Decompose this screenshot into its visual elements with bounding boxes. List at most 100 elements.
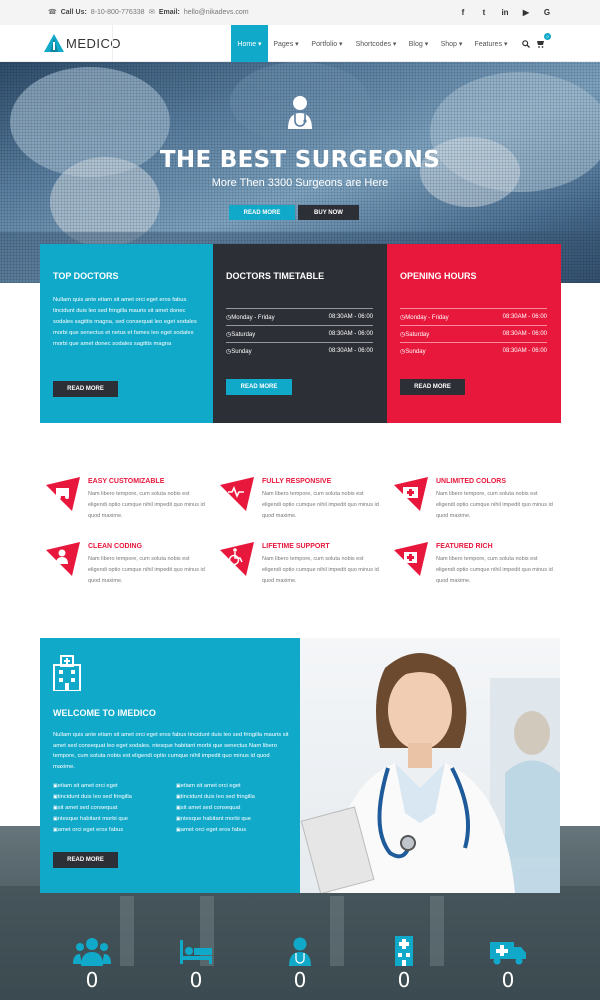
hours-row: Sunday 08:30AM - 06:00 — [400, 342, 547, 359]
feature-text: Nam libero tempore, cum soluta nobis est… — [262, 491, 379, 519]
stat-counter: 0 — [72, 936, 112, 992]
feature-clean-coding: CLEAN CODING Nam libero tempore, cum sol… — [46, 542, 216, 597]
logo-icon — [44, 34, 64, 52]
cart-count-badge: 0 — [544, 33, 551, 40]
welcome-list-item: tincidunt duis leo sed fringilla — [53, 794, 132, 800]
hospital-sign-icon — [394, 542, 428, 576]
timetable-time: 08:30AM - 06:00 — [328, 348, 373, 354]
stat-value: 0 — [189, 968, 203, 992]
feature-title: EASY CUSTOMIZABLE — [88, 478, 165, 485]
twitter-icon[interactable]: t — [476, 4, 492, 20]
timetable-day: Monday - Friday — [226, 314, 274, 321]
hours-time: 08:30AM - 06:00 — [502, 314, 547, 320]
hours-time: 08:30AM - 06:00 — [502, 331, 547, 337]
hero-read-more-button[interactable]: READ MORE — [229, 205, 295, 220]
welcome-list-item: sit amet sed consequat — [176, 805, 241, 811]
ambulance-icon — [46, 477, 80, 511]
nav-features[interactable]: Features ▾ — [468, 25, 514, 62]
female-doctor-image — [300, 653, 560, 893]
nav-shortcodes[interactable]: Shortcodes ▾ — [350, 25, 402, 62]
search-icon[interactable] — [522, 40, 530, 48]
bed-icon — [180, 940, 212, 964]
nav-pages[interactable]: Pages ▾ — [268, 25, 304, 62]
welcome-list-item: ntesque habitant morbi que — [176, 816, 251, 822]
timetable-time: 08:30AM - 06:00 — [328, 314, 373, 320]
hours-time: 08:30AM - 06:00 — [502, 348, 547, 354]
feature-easy-customizable: EASY CUSTOMIZABLE Nam libero tempore, cu… — [46, 477, 216, 532]
feature-featured-rich: FEATURED RICH Nam libero tempore, cum so… — [394, 542, 564, 597]
wheelchair-icon — [220, 542, 254, 576]
feature-text: Nam libero tempore, cum soluta nobis est… — [88, 556, 205, 584]
phone-number[interactable]: 8-10-800-776338 — [91, 9, 145, 16]
users-icon — [73, 938, 111, 966]
hours-day: Saturday — [400, 331, 429, 338]
timetable-row: Saturday 08:30AM - 06:00 — [226, 325, 373, 342]
feature-text: Nam libero tempore, cum soluta nobis est… — [262, 556, 379, 584]
phone-contact: ☎ Call Us: 8-10-800-776338 — [48, 8, 145, 17]
top-doctors-text: Nullam quis ante etiam sit amet orci ege… — [53, 297, 197, 347]
welcome-list-item: etiam sit amet orci eget — [176, 783, 241, 789]
welcome-list-item: amet orci eget eros fabus — [53, 827, 123, 833]
email-contact: ✉ Email: hello@nikadevs.com — [149, 8, 249, 17]
welcome-title: WELCOME TO IMEDICO — [53, 708, 156, 718]
medkit-icon — [394, 477, 428, 511]
opening-hours-panel: OPENING HOURS Monday - Friday 08:30AM - 0… — [387, 244, 561, 423]
stat-counter: 0 — [280, 936, 320, 992]
linkedin-icon[interactable]: in — [497, 4, 513, 20]
opening-hours-title: OPENING HOURS — [400, 271, 477, 281]
stat-value: 0 — [501, 968, 515, 992]
email-label: Email: — [158, 8, 180, 16]
feature-title: FULLY RESPONSIVE — [262, 478, 332, 485]
stat-value: 0 — [293, 968, 307, 992]
timetable-read-more-button[interactable]: READ MORE — [226, 379, 292, 395]
google-icon[interactable]: G — [539, 4, 555, 20]
doctor-icon — [288, 96, 312, 129]
timetable-title: DOCTORS TIMETABLE — [226, 271, 325, 281]
timetable-time: 08:30AM - 06:00 — [328, 331, 373, 337]
hours-day: Sunday — [400, 348, 425, 355]
timetable-day: Sunday — [226, 348, 251, 355]
timetable-row: Monday - Friday 08:30AM - 06:00 — [226, 308, 373, 325]
nav-blog[interactable]: Blog ▾ — [402, 25, 435, 62]
stat-value: 0 — [397, 968, 411, 992]
main-nav: MEDICO Home ▾ Pages ▾ Portfolio ▾ Shortc… — [0, 25, 600, 62]
feature-fully-responsive: FULLY RESPONSIVE Nam libero tempore, cum… — [220, 477, 390, 532]
hero-title: THE BEST SURGEONS — [159, 147, 441, 173]
facebook-icon[interactable]: f — [455, 4, 471, 20]
welcome-list-item: tincidunt duis leo sed fringilla — [176, 794, 255, 800]
feature-title: FEATURED RICH — [436, 543, 493, 550]
ambulance-icon — [490, 942, 526, 965]
cart-icon[interactable] — [536, 39, 545, 48]
nav-home[interactable]: Home ▾ — [231, 25, 268, 62]
feature-title: LIFETIME SUPPORT — [262, 543, 330, 550]
email-address[interactable]: hello@nikadevs.com — [184, 9, 249, 16]
top-bar: ☎ Call Us: 8-10-800-776338 ✉ Email: hell… — [0, 0, 600, 25]
call-label: Call Us: — [60, 8, 87, 16]
logo-divider — [112, 25, 113, 62]
top-doctors-title: TOP DOCTORS — [53, 271, 119, 281]
nav-shop[interactable]: Shop ▾ — [435, 25, 468, 62]
envelope-icon: ✉ — [149, 9, 155, 16]
hours-row: Monday - Friday 08:30AM - 06:00 — [400, 308, 547, 325]
opening-hours-read-more-button[interactable]: READ MORE — [400, 379, 465, 395]
hours-row: Saturday 08:30AM - 06:00 — [400, 325, 547, 342]
feature-unlimited-colors: UNLIMITED COLORS Nam libero tempore, cum… — [394, 477, 564, 532]
feature-title: UNLIMITED COLORS — [436, 478, 506, 485]
welcome-list-item: etiam sit amet orci eget — [53, 783, 118, 789]
feature-text: Nam libero tempore, cum soluta nobis est… — [88, 491, 205, 519]
doctor-icon — [289, 937, 311, 966]
youtube-icon[interactable]: ▶ — [518, 4, 534, 20]
phone-icon: ☎ — [48, 9, 57, 16]
hero-buy-now-button[interactable]: BUY NOW — [298, 205, 359, 220]
welcome-text: Nullam quis ante etiam sit amet orci ege… — [53, 732, 289, 770]
hours-day: Monday - Friday — [400, 314, 448, 321]
top-doctors-panel: TOP DOCTORS Nullam quis ante etiam sit a… — [40, 244, 214, 423]
logo[interactable]: MEDICO — [44, 34, 121, 52]
top-doctors-read-more-button[interactable]: READ MORE — [53, 381, 118, 397]
hospital-icon — [395, 936, 413, 966]
nav-portfolio[interactable]: Portfolio ▾ — [304, 25, 350, 62]
welcome-list-item: amet orci eget eros fabus — [176, 827, 246, 833]
timetable-day: Saturday — [226, 331, 255, 338]
welcome-read-more-button[interactable]: READ MORE — [53, 852, 118, 868]
feature-title: CLEAN CODING — [88, 543, 143, 550]
